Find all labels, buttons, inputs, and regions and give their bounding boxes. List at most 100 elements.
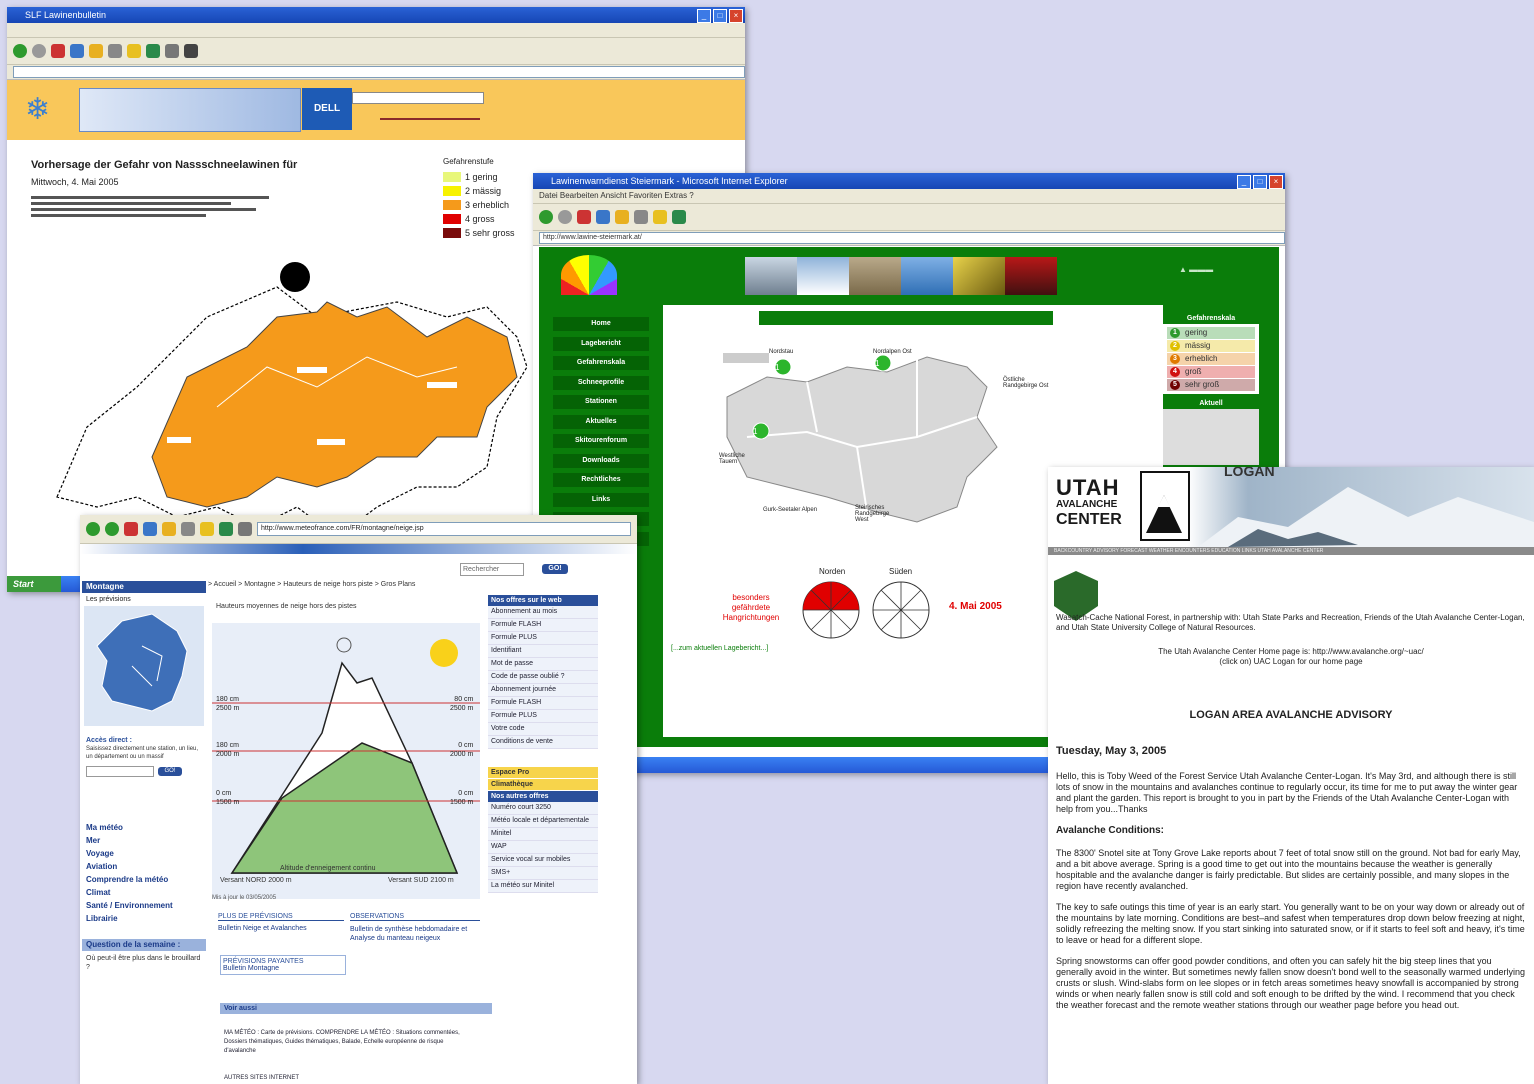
- other-offer-link[interactable]: La météo sur Minitel: [488, 880, 598, 893]
- mail-icon[interactable]: [165, 44, 179, 58]
- left-nav-link[interactable]: Librairie: [82, 912, 206, 925]
- other-offer-link[interactable]: Météo locale et départementale: [488, 815, 598, 828]
- media-icon[interactable]: [219, 522, 233, 536]
- history-icon[interactable]: [238, 522, 252, 536]
- mountain-photo: [1198, 487, 1534, 547]
- aktuell-box: [1163, 409, 1259, 465]
- left-nav-link[interactable]: Climat: [82, 886, 206, 899]
- offer-row[interactable]: Code de passe oublié ?: [488, 671, 598, 684]
- maximize-button[interactable]: □: [1253, 175, 1267, 189]
- media-icon[interactable]: [146, 44, 160, 58]
- levels-right: 80 cm 2500 m 0 cm 2000 m 0 cm 1500 m: [450, 696, 474, 806]
- favorites-icon[interactable]: [127, 44, 141, 58]
- climatheque[interactable]: Climathèque: [488, 779, 598, 790]
- offer-row[interactable]: Formule PLUS: [488, 632, 598, 645]
- search-icon[interactable]: [108, 44, 122, 58]
- breadcrumb[interactable]: > Accueil > Montagne > Hauteurs de neige…: [208, 581, 415, 588]
- favorites-icon[interactable]: [200, 522, 214, 536]
- back-icon[interactable]: [86, 522, 100, 536]
- stop-icon[interactable]: [51, 44, 65, 58]
- danger-level[interactable]: 2 mässig: [1167, 340, 1255, 352]
- left-nav-link[interactable]: Comprendre la météo: [82, 873, 206, 886]
- offer-row[interactable]: Formule PLUS: [488, 710, 598, 723]
- other-offer-link[interactable]: SMS+: [488, 867, 598, 880]
- other-offer-link[interactable]: Minitel: [488, 828, 598, 841]
- acces-input[interactable]: [86, 766, 154, 777]
- danger-level[interactable]: 4 groß: [1167, 366, 1255, 378]
- forward-icon[interactable]: [105, 522, 119, 536]
- offer-row[interactable]: Identifiant: [488, 645, 598, 658]
- forward-icon[interactable]: [558, 210, 572, 224]
- close-button[interactable]: ×: [1269, 175, 1283, 189]
- site-header: LOGAN UTAH AVALANCHE CENTER: [1048, 467, 1534, 547]
- other-offer-link[interactable]: WAP: [488, 841, 598, 854]
- home-icon[interactable]: [162, 522, 176, 536]
- language-select[interactable]: [352, 92, 484, 104]
- france-map[interactable]: [82, 606, 206, 726]
- other-offer-link[interactable]: Service vocal sur mobiles: [488, 854, 598, 867]
- favorites-icon[interactable]: [653, 210, 667, 224]
- nav-item[interactable]: Gefahrenskala: [553, 356, 649, 370]
- nav-item[interactable]: Lagebericht: [553, 336, 649, 351]
- nav-item[interactable]: Links: [553, 492, 649, 507]
- url-input[interactable]: http://www.meteofrance.com/FR/montagne/n…: [257, 522, 631, 536]
- search-icon[interactable]: [634, 210, 648, 224]
- maximize-button[interactable]: □: [713, 9, 727, 23]
- offer-row[interactable]: Formule FLASH: [488, 697, 598, 710]
- home-icon[interactable]: [89, 44, 103, 58]
- stop-icon[interactable]: [577, 210, 591, 224]
- minimize-button[interactable]: _: [697, 9, 711, 23]
- danger-level[interactable]: 3 erheblich: [1167, 353, 1255, 365]
- search-input[interactable]: Rechercher: [460, 563, 524, 576]
- voir-aussi-text[interactable]: MA MÉTÉO : Carte de prévisions. COMPREND…: [224, 1029, 476, 1056]
- back-icon[interactable]: [13, 44, 27, 58]
- nav-item[interactable]: Stationen: [553, 395, 649, 409]
- espace-pro[interactable]: Espace Pro: [488, 767, 598, 778]
- acces-go-button[interactable]: GO!: [158, 767, 182, 776]
- montagne-header[interactable]: Montagne: [82, 581, 206, 593]
- left-nav-link[interactable]: Voyage: [82, 847, 206, 860]
- banner-link[interactable]: [380, 118, 480, 120]
- search-go-button[interactable]: GO!: [542, 564, 568, 574]
- forward-icon[interactable]: [32, 44, 46, 58]
- nav-item[interactable]: Skitourenforum: [553, 434, 649, 448]
- stop-icon[interactable]: [124, 522, 138, 536]
- url-input[interactable]: [13, 66, 745, 78]
- left-nav-link[interactable]: Ma météo: [82, 821, 206, 834]
- refresh-icon[interactable]: [596, 210, 610, 224]
- offer-row[interactable]: Abonnement journée: [488, 684, 598, 697]
- nav-item[interactable]: Home: [553, 317, 649, 331]
- left-nav-link[interactable]: Santé / Environnement: [82, 899, 206, 912]
- left-nav-link[interactable]: Mer: [82, 834, 206, 847]
- home-icon[interactable]: [615, 210, 629, 224]
- left-nav-link[interactable]: Aviation: [82, 860, 206, 873]
- refresh-icon[interactable]: [70, 44, 84, 58]
- bulletin-link[interactable]: [...zum aktuellen Lagebericht...]: [671, 645, 768, 652]
- nav-item[interactable]: Schneeprofile: [553, 375, 649, 390]
- nav-bar[interactable]: BACKCOUNTRY ADVISORY FORECAST WEATHER EN…: [1048, 547, 1534, 555]
- back-icon[interactable]: [539, 210, 553, 224]
- offer-row[interactable]: Abonnement au mois: [488, 606, 598, 619]
- nav-item[interactable]: Downloads: [553, 453, 649, 468]
- ad-banner[interactable]: [79, 88, 301, 132]
- question-text[interactable]: Où peut-il être plus dans le brouillard …: [82, 951, 206, 975]
- danger-level[interactable]: 5 sehr groß: [1167, 379, 1255, 391]
- offer-row[interactable]: Mot de passe: [488, 658, 598, 671]
- nav-item[interactable]: Aktuelles: [553, 414, 649, 429]
- print-icon[interactable]: [184, 44, 198, 58]
- start-button[interactable]: Start: [7, 576, 61, 592]
- offer-row[interactable]: Votre code: [488, 723, 598, 736]
- close-button[interactable]: ×: [729, 9, 743, 23]
- minimize-button[interactable]: _: [1237, 175, 1251, 189]
- search-icon[interactable]: [181, 522, 195, 536]
- url-input[interactable]: http://www.lawine-steiermark.at/: [539, 232, 1285, 244]
- nav-item[interactable]: Rechtliches: [553, 473, 649, 487]
- offer-row[interactable]: Conditions de vente: [488, 736, 598, 749]
- offer-row[interactable]: Formule FLASH: [488, 619, 598, 632]
- danger-level[interactable]: 1 gering: [1167, 327, 1255, 339]
- previsions-label[interactable]: Les prévisions: [82, 593, 206, 606]
- media-icon[interactable]: [672, 210, 686, 224]
- refresh-icon[interactable]: [143, 522, 157, 536]
- other-offer-link[interactable]: Numéro court 3250: [488, 802, 598, 815]
- map-tools[interactable]: [723, 353, 769, 363]
